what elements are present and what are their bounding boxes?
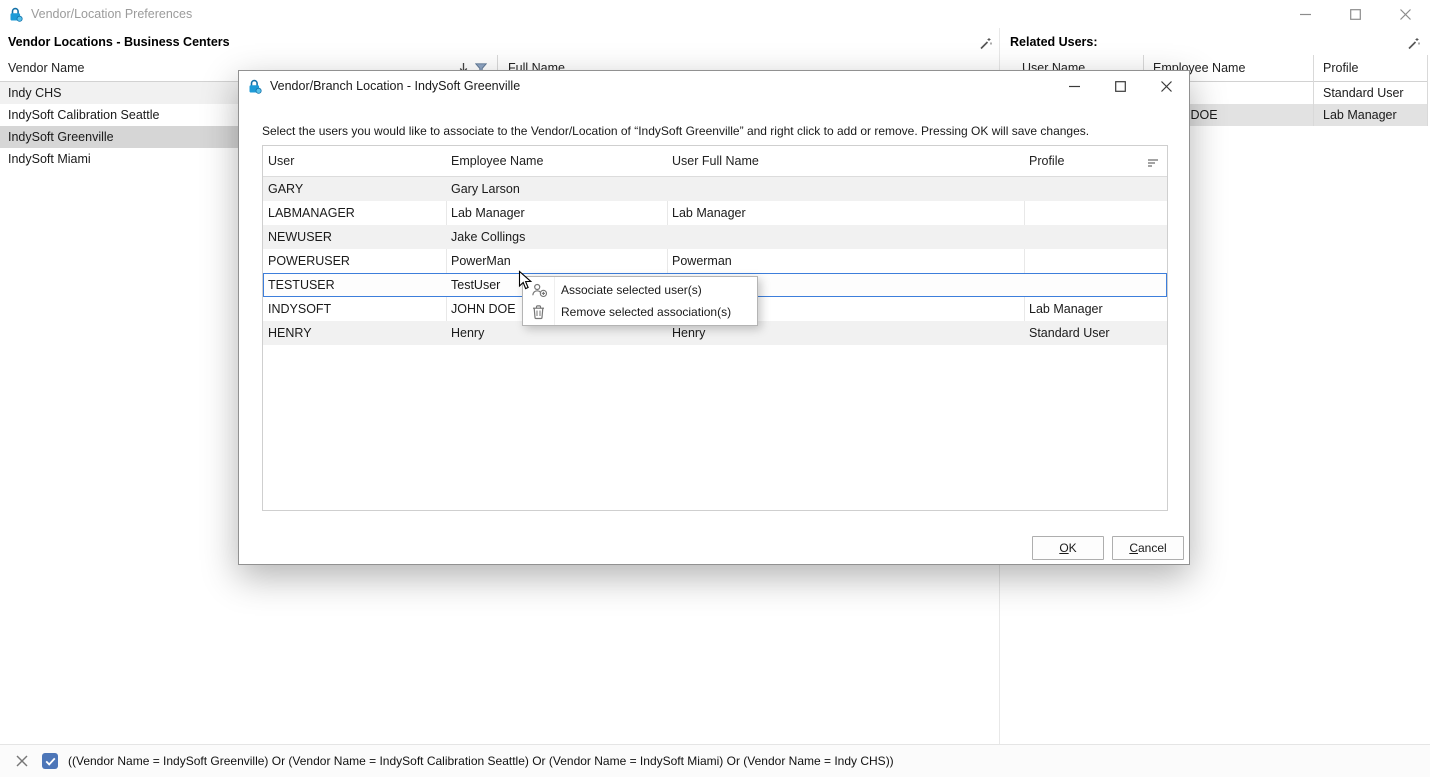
remove-selected-associations-menu-item[interactable]: Remove selected association(s) — [523, 301, 757, 323]
ok-button[interactable]: OK — [1032, 536, 1104, 560]
app-lock-icon — [8, 7, 23, 22]
dialog-users-table: User Employee Name User Full Name Profil… — [262, 145, 1168, 511]
dialog-user-row[interactable]: LABMANAGER Lab Manager Lab Manager — [263, 201, 1167, 225]
dialog-close-button[interactable] — [1143, 71, 1189, 101]
column-divider — [1427, 55, 1428, 126]
vendor-name-column-header[interactable]: Vendor Name — [8, 55, 84, 81]
associate-selected-users-menu-item[interactable]: Associate selected user(s) — [523, 279, 757, 301]
dialog-window-controls — [1051, 71, 1189, 101]
close-filter-icon — [16, 755, 28, 767]
maximize-icon — [1350, 9, 1361, 20]
filter-expression-text: ((Vendor Name = IndySoft Greenville) Or … — [68, 754, 894, 768]
maximize-button[interactable] — [1330, 0, 1380, 28]
close-button[interactable] — [1380, 0, 1430, 28]
user-cell: GARY — [268, 177, 303, 201]
magic-wand-icon[interactable] — [1406, 36, 1421, 56]
dialog-table-header: User Employee Name User Full Name Profil… — [263, 146, 1167, 177]
filter-status-bar: ((Vendor Name = IndySoft Greenville) Or … — [0, 744, 1430, 777]
employee-name-cell: Gary Larson — [451, 177, 520, 201]
main-titlebar: Vendor/Location Preferences — [0, 0, 1430, 28]
context-menu: Associate selected user(s) Remove select… — [522, 276, 758, 326]
profile-cell: Lab Manager — [1029, 297, 1103, 321]
profile-cell: Lab Manager — [1323, 104, 1397, 126]
minimize-icon — [1300, 9, 1311, 20]
sort-indicator-icon — [1147, 157, 1159, 171]
dialog-titlebar: Vendor/Branch Location - IndySoft Greenv… — [239, 71, 1189, 101]
right-panel-title: Related Users: — [1010, 35, 1098, 49]
user-cell: INDYSOFT — [268, 297, 331, 321]
maximize-icon — [1115, 81, 1126, 92]
employee-name-cell: JOHN DOE — [451, 297, 516, 321]
cancel-button[interactable]: Cancel — [1112, 536, 1184, 560]
dialog-user-row[interactable]: NEWUSER Jake Collings — [263, 225, 1167, 249]
minimize-icon — [1069, 81, 1080, 92]
dialog-user-row[interactable]: GARY Gary Larson — [263, 177, 1167, 201]
dialog-minimize-button[interactable] — [1051, 71, 1097, 101]
employee-name-column-header[interactable]: Employee Name — [451, 146, 543, 176]
employee-name-cell: Henry — [451, 321, 484, 345]
column-divider — [1313, 55, 1314, 126]
vendor-location-preferences-window: Vendor/Location Preferences Vendor Locat… — [0, 0, 1430, 777]
close-icon — [1161, 81, 1172, 92]
user-cell: TESTUSER — [268, 273, 335, 297]
employee-name-cell: TestUser — [451, 273, 500, 297]
user-cell: HENRY — [268, 321, 312, 345]
profile-cell: Standard User — [1323, 82, 1404, 104]
menu-item-label: Associate selected user(s) — [561, 283, 702, 297]
employee-name-cell: PowerMan — [451, 249, 511, 273]
trash-icon — [531, 304, 546, 327]
minimize-button[interactable] — [1280, 0, 1330, 28]
user-full-name-cell: Powerman — [672, 249, 732, 273]
window-controls — [1280, 0, 1430, 28]
user-column-header[interactable]: User — [268, 146, 294, 176]
menu-item-label: Remove selected association(s) — [561, 305, 731, 319]
magic-wand-icon[interactable] — [978, 36, 993, 56]
window-title: Vendor/Location Preferences — [31, 7, 192, 21]
profile-column-header[interactable]: Profile — [1323, 55, 1358, 81]
profile-cell: Standard User — [1029, 321, 1110, 345]
employee-name-cell: Lab Manager — [451, 201, 525, 225]
dialog-user-row[interactable]: POWERUSER PowerMan Powerman — [263, 249, 1167, 273]
close-filter-button[interactable] — [16, 755, 28, 767]
filter-enabled-checkbox[interactable] — [42, 753, 58, 769]
user-full-name-column-header[interactable]: User Full Name — [672, 146, 759, 176]
user-cell: POWERUSER — [268, 249, 350, 273]
dialog-title: Vendor/Branch Location - IndySoft Greenv… — [270, 79, 520, 93]
app-lock-icon — [247, 79, 262, 94]
dialog-maximize-button[interactable] — [1097, 71, 1143, 101]
checkmark-icon — [45, 757, 56, 766]
employee-name-cell: Jake Collings — [451, 225, 525, 249]
user-cell: LABMANAGER — [268, 201, 355, 225]
user-cell: NEWUSER — [268, 225, 332, 249]
mouse-cursor — [518, 270, 533, 296]
dialog-instruction-text: Select the users you would like to assoc… — [262, 124, 1089, 138]
close-icon — [1400, 9, 1411, 20]
profile-column-header[interactable]: Profile — [1029, 146, 1064, 176]
user-full-name-cell: Lab Manager — [672, 201, 746, 225]
left-panel-title: Vendor Locations - Business Centers — [8, 35, 230, 49]
